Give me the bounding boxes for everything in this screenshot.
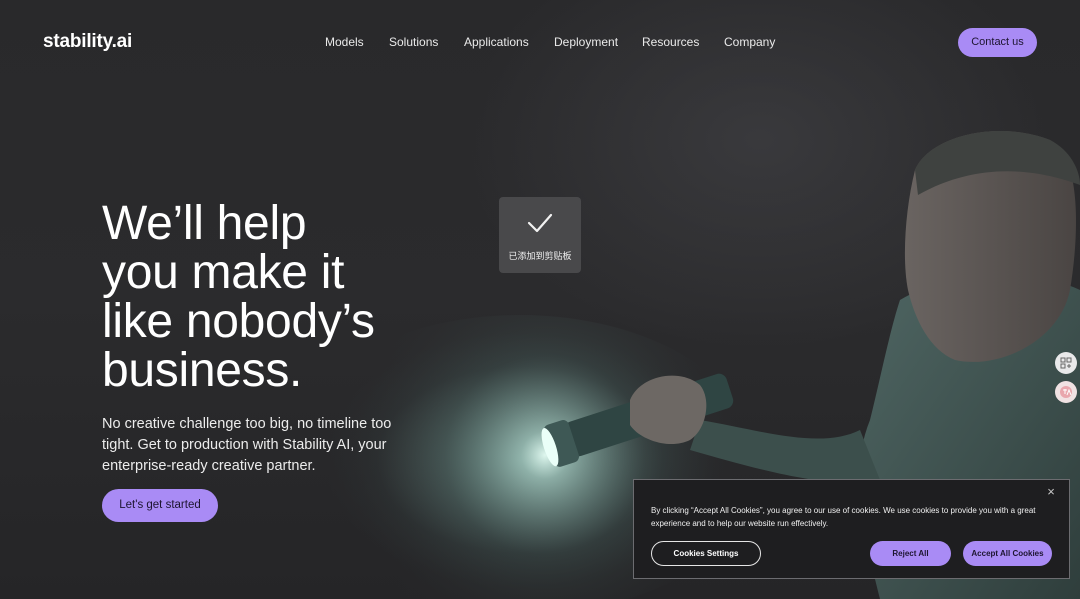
- cookie-banner: × By clicking “Accept All Cookies”, you …: [633, 479, 1070, 579]
- translate-widget-button[interactable]: [1055, 381, 1077, 403]
- close-icon[interactable]: ×: [1044, 485, 1058, 499]
- check-icon: [527, 213, 553, 233]
- cookies-settings-button[interactable]: Cookies Settings: [651, 541, 761, 566]
- get-started-button[interactable]: Let's get started: [102, 489, 218, 522]
- stability-logo[interactable]: stability.ai: [43, 31, 132, 53]
- cookie-message: By clicking “Accept All Cookies”, you ag…: [651, 506, 1036, 528]
- hero-subtitle: No creative challenge too big, no timeli…: [102, 416, 392, 474]
- copied-toast: 已添加到剪贴板: [499, 197, 581, 273]
- hero-title-line: business.: [102, 344, 303, 397]
- toast-message: 已添加到剪贴板: [508, 251, 572, 261]
- reject-all-button[interactable]: Reject All: [870, 541, 951, 566]
- nav-item-company[interactable]: Company: [724, 35, 775, 49]
- nav-item-models[interactable]: Models: [325, 35, 364, 49]
- translate-icon: [1060, 386, 1072, 398]
- accept-all-cookies-button[interactable]: Accept All Cookies: [963, 541, 1052, 566]
- hero-title-line: like nobody’s: [102, 295, 375, 348]
- hero-title-line: We’ll help: [102, 197, 307, 250]
- hand-shape: [630, 375, 707, 445]
- apps-widget-button[interactable]: [1055, 352, 1077, 374]
- nav-item-applications[interactable]: Applications: [464, 35, 529, 49]
- nav-item-deployment[interactable]: Deployment: [554, 35, 618, 49]
- nav-item-solutions[interactable]: Solutions: [389, 35, 438, 49]
- hero-title-line: you make it: [102, 246, 345, 299]
- hero-title: We’ll help you make it like nobody’s bus…: [102, 199, 482, 395]
- contact-us-button[interactable]: Contact us: [958, 28, 1037, 57]
- nav-item-resources[interactable]: Resources: [642, 35, 699, 49]
- apps-icon: [1060, 357, 1072, 369]
